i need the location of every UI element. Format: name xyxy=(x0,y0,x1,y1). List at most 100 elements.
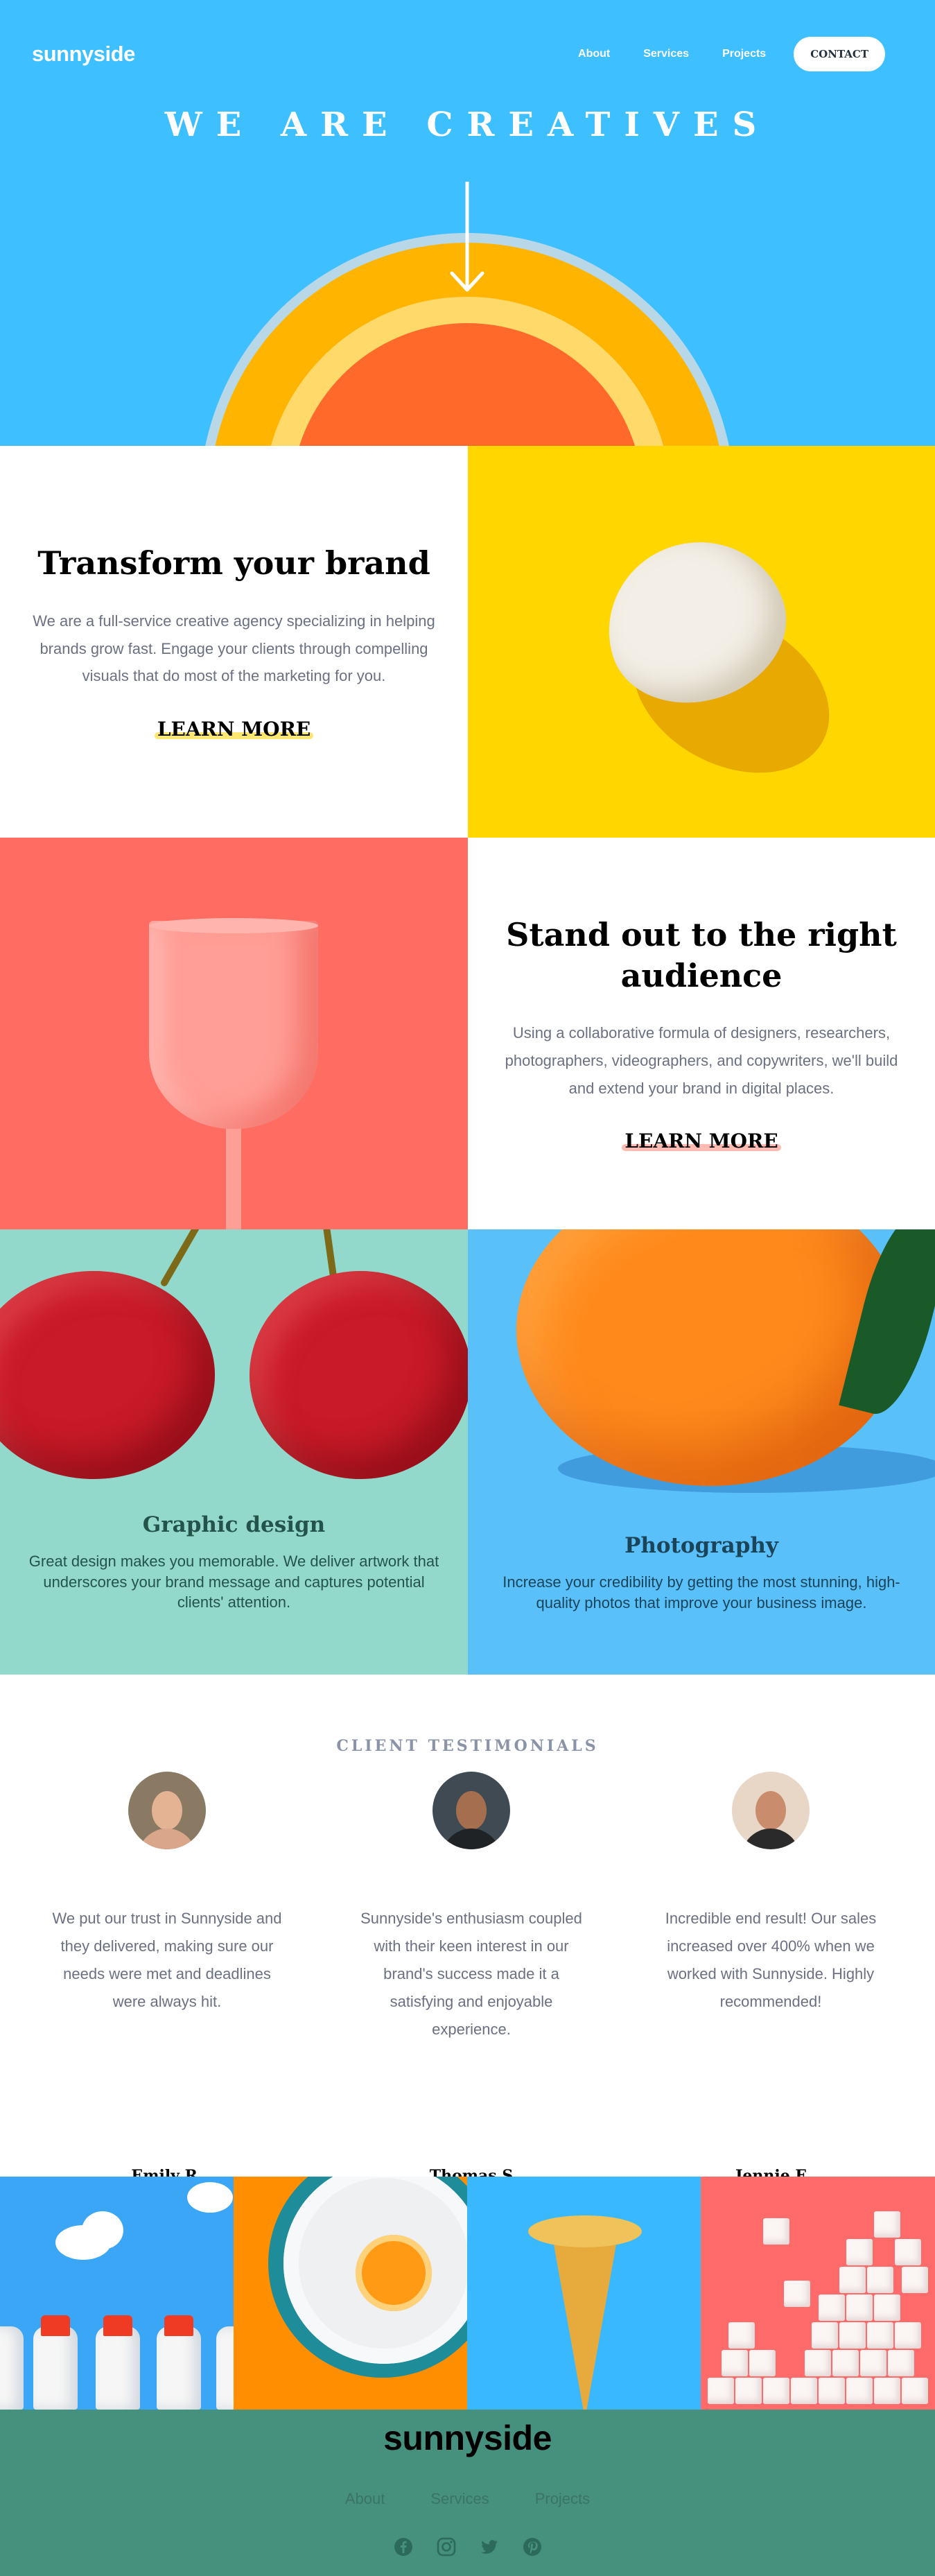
sugar-cube xyxy=(874,2294,900,2321)
sugar-cube xyxy=(895,2239,921,2265)
testimonial-quote: We put our trust in Sunnyside and they d… xyxy=(52,1910,282,2011)
service-title: Photography xyxy=(624,1533,778,1558)
footer-link-services[interactable]: Services xyxy=(430,2490,489,2508)
sugar-cube xyxy=(902,2267,928,2293)
sugar-cube xyxy=(784,2281,810,2307)
egg-image xyxy=(468,446,935,838)
glass-cup xyxy=(149,921,318,1129)
sugar-cube xyxy=(860,2350,886,2376)
feature-text-brand: Transform your brand We are a full-servi… xyxy=(0,446,468,838)
sugar-cube xyxy=(728,2322,755,2349)
testimonial-card: We put our trust in Sunnyside and they d… xyxy=(42,1772,292,2215)
bottle-cap xyxy=(41,2315,70,2336)
nav-link-services[interactable]: Services xyxy=(643,48,689,60)
twitter-icon[interactable] xyxy=(479,2536,500,2557)
bottle-cap xyxy=(164,2315,193,2336)
learn-more-link[interactable]: LEARN MORE xyxy=(622,1130,781,1153)
nav-link-projects[interactable]: Projects xyxy=(722,48,766,60)
nav-link-about[interactable]: About xyxy=(578,48,610,60)
feature-body: Using a collaborative formula of designe… xyxy=(505,1024,898,1097)
pinterest-icon[interactable] xyxy=(522,2536,543,2557)
instagram-icon[interactable] xyxy=(436,2536,457,2557)
orange-slice xyxy=(356,2235,432,2311)
footer-links: About Services Projects xyxy=(0,2490,935,2508)
avatar-face xyxy=(755,1791,786,1830)
learn-more-wrap: LEARN MORE xyxy=(622,1130,781,1153)
sugar-cubes-image xyxy=(701,2177,935,2410)
glass-image xyxy=(0,838,468,1229)
glass-rim xyxy=(149,918,318,933)
sugar-cube xyxy=(895,2322,921,2349)
sugar-cube xyxy=(846,2239,873,2265)
sugar-cube xyxy=(846,2294,873,2321)
bottle xyxy=(157,2326,201,2410)
avatar xyxy=(128,1772,206,1849)
avatar xyxy=(432,1772,510,1849)
service-body: Great design makes you memorable. We del… xyxy=(28,1553,439,1611)
testimonials-heading: CLIENT TESTIMONIALS xyxy=(336,1737,599,1755)
sugar-cube xyxy=(805,2350,831,2376)
sugar-cube xyxy=(874,2211,900,2238)
bottle xyxy=(216,2326,234,2410)
graphic-design-tile: Graphic design Great design makes you me… xyxy=(0,1229,468,1675)
footer: sunnyside About Services Projects xyxy=(0,2410,935,2576)
contact-button[interactable]: CONTACT xyxy=(794,37,885,71)
feature-row-brand: Transform your brand We are a full-servi… xyxy=(0,446,935,838)
bottle xyxy=(33,2326,78,2410)
facebook-icon[interactable] xyxy=(393,2536,414,2557)
arrow-down-icon[interactable] xyxy=(449,182,485,294)
feature-title: Stand out to the right audience xyxy=(506,915,897,994)
sugar-cube xyxy=(902,2378,928,2404)
feature-title: Transform your brand xyxy=(37,544,430,582)
sugar-cube xyxy=(819,2294,845,2321)
bottle xyxy=(0,2326,24,2410)
footer-logo[interactable]: sunnyside xyxy=(0,2418,935,2458)
gallery xyxy=(0,2177,935,2410)
testimonial-quote: Incredible end result! Our sales increas… xyxy=(665,1910,877,2011)
feature-row-audience: Stand out to the right audience Using a … xyxy=(0,838,935,1229)
sugar-cube xyxy=(846,2378,873,2404)
service-title: Graphic design xyxy=(142,1512,326,1537)
avatar xyxy=(732,1772,810,1849)
learn-more-wrap: LEARN MORE xyxy=(154,717,314,741)
sugar-cube xyxy=(874,2378,900,2404)
photography-tile: Photography Increase your credibility by… xyxy=(468,1229,935,1675)
graphic-design-caption: Graphic design Great design makes you me… xyxy=(0,1512,468,1613)
footer-link-about[interactable]: About xyxy=(345,2490,385,2508)
cherry-stem xyxy=(159,1229,211,1288)
sugar-cube xyxy=(791,2378,817,2404)
sugar-cube xyxy=(763,2378,789,2404)
hero-section: sunnyside About Services Projects CONTAC… xyxy=(0,0,935,446)
avatar-body xyxy=(442,1829,500,1849)
sugar-cube xyxy=(832,2350,859,2376)
cone-top xyxy=(528,2215,642,2247)
testimonial-card: Sunnyside's enthusiasm coupled with thei… xyxy=(347,1772,596,2215)
sugar-cube xyxy=(819,2378,845,2404)
services-row: Graphic design Great design makes you me… xyxy=(0,1229,935,1675)
cloud xyxy=(187,2182,233,2213)
cone xyxy=(550,2225,620,2410)
sugar-cube xyxy=(763,2218,789,2245)
hero-title: WE ARE CREATIVES xyxy=(164,105,771,144)
avatar-body xyxy=(742,1829,800,1849)
sugar-cube xyxy=(888,2350,914,2376)
sugar-cube xyxy=(839,2267,866,2293)
logo[interactable]: sunnyside xyxy=(32,42,135,67)
cloud xyxy=(82,2211,123,2249)
learn-more-label: LEARN MORE xyxy=(157,717,311,741)
testimonials-section: CLIENT TESTIMONIALS We put our trust in … xyxy=(0,1675,935,2215)
orange-plate-image xyxy=(234,2177,467,2410)
testimonial-card: Incredible end result! Our sales increas… xyxy=(646,1772,895,2215)
sugar-cube xyxy=(708,2378,734,2404)
footer-link-projects[interactable]: Projects xyxy=(535,2490,590,2508)
sugar-cube xyxy=(722,2350,748,2376)
feature-text-audience: Stand out to the right audience Using a … xyxy=(468,838,935,1229)
avatar-body xyxy=(138,1829,196,1849)
learn-more-label: LEARN MORE xyxy=(624,1130,778,1153)
bottle xyxy=(96,2326,140,2410)
learn-more-link[interactable]: LEARN MORE xyxy=(154,717,314,741)
nav-links: About Services Projects CONTACT xyxy=(578,37,885,71)
feature-body: We are a full-service creative agency sp… xyxy=(33,612,435,685)
sugar-cube xyxy=(749,2350,776,2376)
avatar-face xyxy=(152,1791,182,1830)
